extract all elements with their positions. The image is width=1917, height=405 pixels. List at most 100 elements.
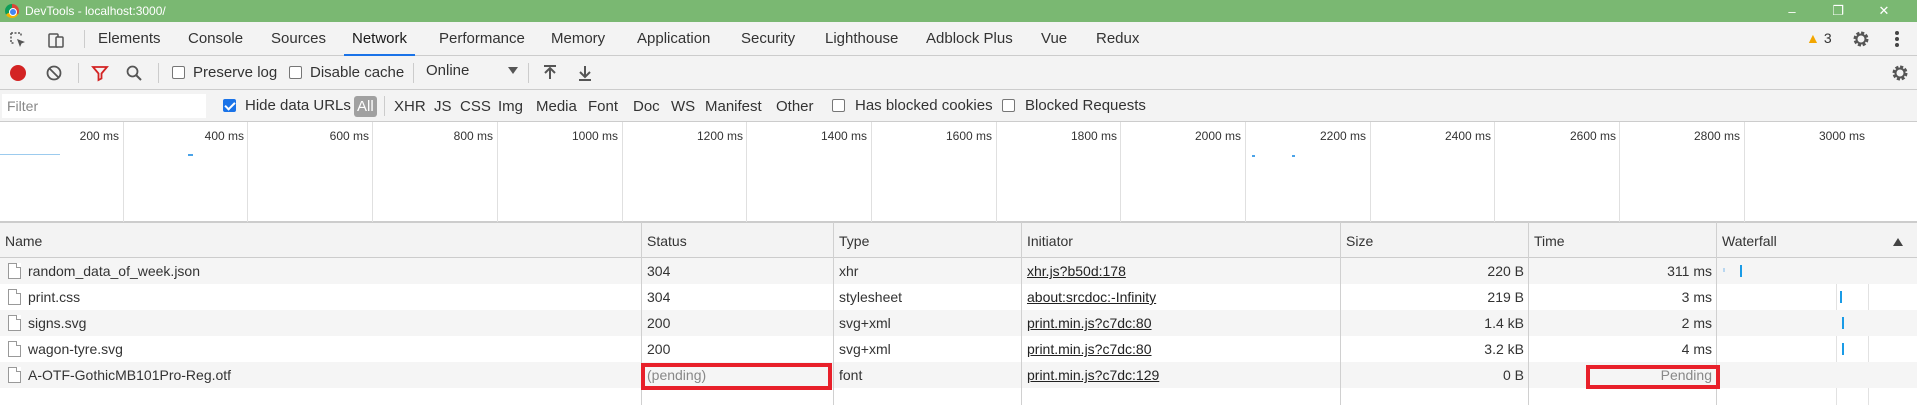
waterfall-bar [1842,317,1844,329]
tab-lighthouse[interactable]: Lighthouse [825,22,898,55]
request-time: 4 ms [1681,341,1712,357]
request-name: A-OTF-GothicMB101Pro-Reg.otf [28,367,232,383]
record-icon[interactable] [10,65,26,81]
filter-input[interactable] [2,94,206,118]
tab-network[interactable]: Network [344,22,416,56]
request-initiator-link[interactable]: xhr.js?b50d:178 [1022,258,1126,284]
request-name: wagon-tyre.svg [28,341,123,357]
network-settings-gear-icon[interactable] [1890,63,1910,83]
timeline-request-bar [188,154,193,156]
has-blocked-cookies-checkbox[interactable] [832,99,845,112]
request-initiator-link[interactable]: print.min.js?c7dc:80 [1022,310,1152,336]
table-row[interactable]: wagon-tyre.svg 200 svg+xml print.min.js?… [0,336,1917,362]
clear-icon[interactable] [44,63,64,83]
timeline-tick-label: 1400 ms [820,129,867,143]
disable-cache-checkbox[interactable] [289,66,302,79]
warnings-counter[interactable]: ▲ 3 [1806,30,1832,46]
type-filter-ws[interactable]: WS [668,96,698,117]
timeline-gridline [1619,122,1620,222]
file-icon [8,263,21,279]
tab-sources[interactable]: Sources [271,22,326,55]
pending-time-highlight [1586,365,1720,389]
minimize-icon[interactable]: – [1769,0,1815,22]
warning-icon: ▲ [1806,30,1820,46]
timeline-gridline [1245,122,1246,222]
chevron-down-icon [508,67,518,74]
import-har-icon[interactable] [540,63,560,83]
search-icon[interactable] [124,63,144,83]
type-filter-all[interactable]: All [354,96,377,117]
timeline-gridline [1744,122,1745,222]
filter-icon[interactable] [90,63,110,83]
export-har-icon[interactable] [575,63,595,83]
settings-gear-icon[interactable] [1851,29,1871,49]
timeline-tick-label: 2600 ms [1569,129,1616,143]
tab-vue[interactable]: Vue [1041,22,1067,55]
waterfall-bar [1842,343,1844,355]
column-header-time[interactable]: Time [1529,223,1565,259]
chrome-logo-icon [5,4,19,18]
request-name: signs.svg [28,315,87,331]
throttling-select[interactable]: Online [426,62,518,84]
type-filter-css[interactable]: CSS [457,96,494,117]
type-filter-doc[interactable]: Doc [630,96,663,117]
column-divider[interactable] [1528,222,1529,405]
type-filter-img[interactable]: Img [495,96,526,117]
column-divider[interactable] [1340,222,1341,405]
column-header-initiator[interactable]: Initiator [1022,223,1073,259]
tab-console[interactable]: Console [188,22,243,55]
request-type: stylesheet [839,289,903,305]
type-filter-media[interactable]: Media [533,96,580,117]
hide-data-urls-checkbox[interactable] [223,99,236,112]
request-time: 2 ms [1681,315,1712,331]
request-initiator-link[interactable]: print.min.js?c7dc:129 [1022,362,1159,388]
request-size: 0 B [1502,367,1524,383]
tab-application[interactable]: Application [637,22,710,55]
table-row[interactable]: print.css 304 stylesheet about:srcdoc:-I… [0,284,1917,310]
tab-adblock-plus[interactable]: Adblock Plus [926,22,1013,55]
column-header-type[interactable]: Type [834,223,869,259]
toolbar-divider [413,63,414,83]
type-filter-xhr[interactable]: XHR [391,96,429,117]
type-filter-manifest[interactable]: Manifest [702,96,765,117]
window-title: DevTools - localhost:3000/ [25,4,166,18]
more-options-icon[interactable] [1894,29,1900,49]
timeline-gridline [497,122,498,222]
inspect-element-icon[interactable] [9,31,27,49]
request-initiator-link[interactable]: print.min.js?c7dc:80 [1022,336,1152,362]
table-row[interactable]: signs.svg 200 svg+xml print.min.js?c7dc:… [0,310,1917,336]
restore-icon[interactable]: ❐ [1815,0,1861,22]
column-divider[interactable] [1021,222,1022,405]
tab-memory[interactable]: Memory [551,22,605,55]
tab-performance[interactable]: Performance [439,22,525,55]
type-filter-other[interactable]: Other [773,96,817,117]
column-header-name[interactable]: Name [0,223,42,259]
column-header-size[interactable]: Size [1341,223,1373,259]
timeline-tick-label: 2400 ms [1444,129,1491,143]
file-icon [8,367,21,383]
network-overview-timeline[interactable]: 200 ms 400 ms 600 ms 800 ms 1000 ms 1200… [0,122,1917,222]
type-filter-js[interactable]: JS [431,96,455,117]
has-blocked-cookies-label: Has blocked cookies [855,97,993,114]
table-row[interactable]: random_data_of_week.json 304 xhr xhr.js?… [0,258,1917,284]
request-status: 200 [647,341,671,357]
column-header-status[interactable]: Status [642,223,687,259]
column-divider[interactable] [833,222,834,405]
preserve-log-checkbox[interactable] [172,66,185,79]
device-toolbar-icon[interactable] [47,31,65,49]
column-header-waterfall[interactable]: Waterfall [1717,223,1777,259]
tab-security[interactable]: Security [741,22,795,55]
timeline-tick-label: 3000 ms [1818,129,1865,143]
request-initiator-link[interactable]: about:srcdoc:-Infinity [1022,284,1156,310]
toolbar-divider [158,63,159,83]
type-filter-font[interactable]: Font [585,96,621,117]
waterfall-bar [1740,265,1742,277]
network-toolbar: Preserve log Disable cache Online [0,56,1917,90]
close-icon[interactable]: ✕ [1861,0,1907,22]
blocked-requests-checkbox[interactable] [1002,99,1015,112]
sort-ascending-icon[interactable] [1893,238,1903,246]
tab-elements[interactable]: Elements [98,22,161,55]
devtools-tabbar: Elements Console Sources Network Perform… [0,22,1917,56]
timeline-tick-label: 2800 ms [1693,129,1740,143]
tab-redux[interactable]: Redux [1096,22,1139,55]
